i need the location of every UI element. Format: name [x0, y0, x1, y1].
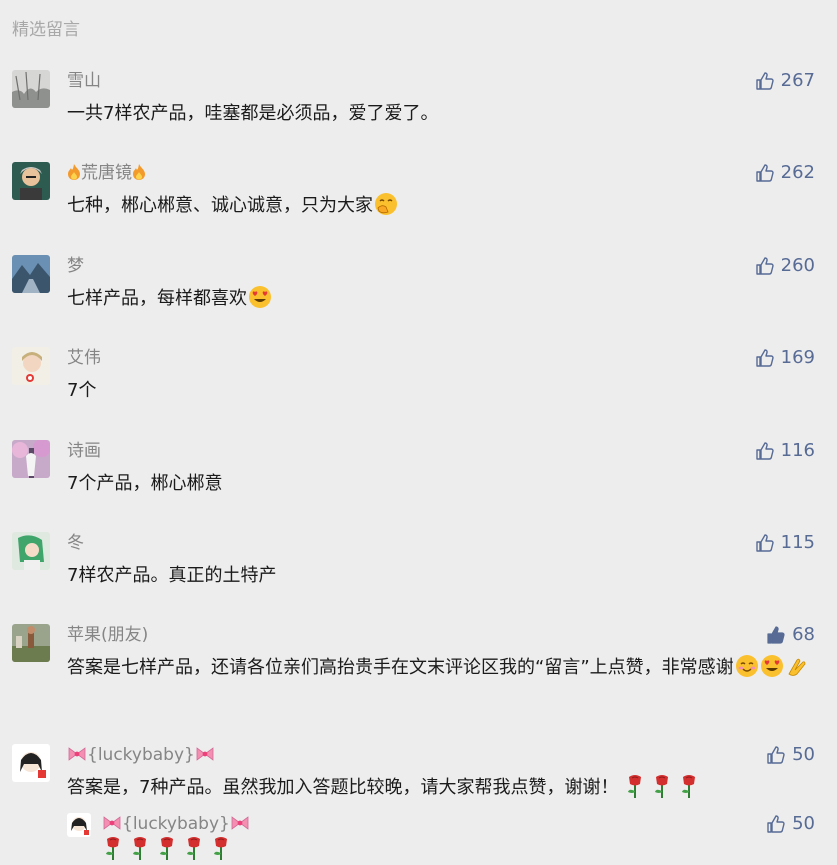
comment-text-content: 答案是七样产品，还请各位亲们高抬贵手在文末评论区我的“留言”上点赞，非常感谢: [67, 657, 734, 678]
avatar[interactable]: [12, 255, 50, 293]
nickname-label: {luckybaby}: [87, 745, 195, 765]
comment-nickname[interactable]: 诗画: [67, 440, 101, 462]
rose-emoji: [624, 773, 646, 799]
rose-emoji: [102, 835, 124, 861]
avatar[interactable]: [12, 744, 50, 782]
rose-emoji: [651, 773, 673, 799]
like-count: 115: [780, 532, 815, 553]
clapping-hands-emoji: [785, 654, 809, 678]
like-button[interactable]: 262: [755, 162, 815, 184]
ribbon-bow-emoji: [230, 815, 250, 831]
like-count: 68: [792, 624, 815, 645]
thumbs-up-icon: [755, 163, 775, 183]
comment-text: 答案是七样产品，还请各位亲们高抬贵手在文末评论区我的“留言”上点赞，非常感谢: [67, 653, 817, 683]
like-count: 262: [780, 162, 815, 183]
avatar[interactable]: [12, 70, 50, 108]
comment-nickname[interactable]: 冬: [67, 532, 84, 554]
comment-text: 七种，郴心郴意、诚心诚意，只为大家: [67, 191, 817, 221]
rose-emoji: [678, 773, 700, 799]
avatar[interactable]: [12, 624, 50, 662]
comments-page: 精选留言 雪山 267 一共7样农产品，哇塞都是必须品，爱了爱了。 荒唐镜 26…: [0, 0, 837, 865]
nickname-label: 荒唐镜: [81, 163, 132, 183]
like-button[interactable]: 115: [755, 532, 815, 554]
comment-text: 7样农产品。真正的土特产: [67, 565, 277, 586]
like-count: 267: [780, 70, 815, 91]
like-button[interactable]: 267: [755, 70, 815, 92]
heart-eyes-emoji: [760, 654, 784, 678]
hand-over-mouth-emoji: [374, 192, 398, 216]
like-button[interactable]: 169: [755, 347, 815, 369]
like-count: 116: [780, 440, 815, 461]
comment-text: 7个: [67, 380, 97, 401]
like-button[interactable]: 50: [766, 813, 815, 835]
comment-text: 7个产品，郴心郴意: [67, 473, 223, 494]
section-title: 精选留言: [12, 20, 80, 40]
comment-text: 答案是，7种产品。虽然我加入答题比较晚，请大家帮我点赞，谢谢！: [67, 773, 817, 803]
rose-emoji: [183, 835, 205, 861]
comment-text-content: 答案是，7种产品。虽然我加入答题比较晚，请大家帮我点赞，谢谢！: [67, 777, 619, 798]
ribbon-bow-emoji: [67, 746, 87, 762]
ribbon-bow-emoji: [195, 746, 215, 762]
thumbs-up-filled-icon: [766, 625, 786, 645]
comment-text: 七样产品，每样都喜欢: [67, 284, 817, 314]
like-count: 169: [780, 347, 815, 368]
like-count: 50: [792, 813, 815, 834]
thumbs-up-icon: [755, 441, 775, 461]
comment-nickname[interactable]: 艾伟: [67, 347, 101, 369]
like-button[interactable]: 116: [755, 440, 815, 462]
comment-text-content: 七种，郴心郴意、诚心诚意，只为大家: [67, 195, 373, 216]
flame-emoji: [67, 163, 81, 181]
reply-text: [102, 835, 802, 865]
avatar[interactable]: [67, 813, 91, 837]
rose-emoji: [129, 835, 151, 861]
comment-nickname[interactable]: 梦: [67, 255, 84, 277]
thumbs-up-icon: [755, 256, 775, 276]
like-count: 50: [792, 744, 815, 765]
avatar[interactable]: [12, 532, 50, 570]
like-button[interactable]: 50: [766, 744, 815, 766]
rose-emoji: [210, 835, 232, 861]
like-count: 260: [780, 255, 815, 276]
avatar[interactable]: [12, 440, 50, 478]
thumbs-up-icon: [755, 533, 775, 553]
like-button[interactable]: 68: [766, 624, 815, 646]
avatar[interactable]: [12, 347, 50, 385]
avatar[interactable]: [12, 162, 50, 200]
ribbon-bow-emoji: [102, 815, 122, 831]
rose-emoji: [156, 835, 178, 861]
comment-nickname[interactable]: 荒唐镜: [67, 162, 146, 184]
comment-text-content: 七样产品，每样都喜欢: [67, 288, 247, 309]
heart-eyes-emoji: [248, 285, 272, 309]
comment-nickname[interactable]: 苹果(朋友): [67, 624, 148, 646]
like-button[interactable]: 260: [755, 255, 815, 277]
smiling-blush-emoji: [735, 654, 759, 678]
thumbs-up-icon: [755, 71, 775, 91]
comment-nickname[interactable]: 雪山: [67, 70, 101, 92]
comment-text: 一共7样农产品，哇塞都是必须品，爱了爱了。: [67, 103, 439, 124]
thumbs-up-icon: [766, 745, 786, 765]
thumbs-up-icon: [766, 814, 786, 834]
thumbs-up-icon: [755, 348, 775, 368]
comment-nickname[interactable]: {luckybaby}: [67, 744, 215, 766]
nickname-label: {luckybaby}: [122, 814, 230, 834]
reply-nickname[interactable]: {luckybaby}: [102, 813, 250, 835]
flame-emoji: [132, 163, 146, 181]
